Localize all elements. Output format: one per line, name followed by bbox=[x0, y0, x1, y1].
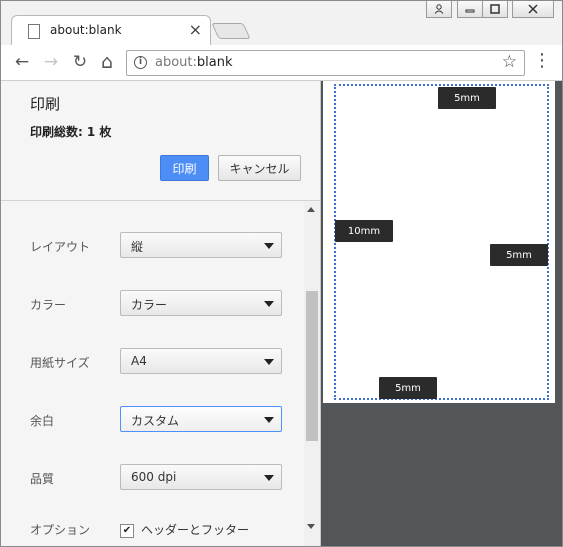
dropdown-arrow-icon bbox=[264, 417, 274, 423]
menu-icon[interactable]: ⋮ bbox=[533, 52, 551, 70]
forward-arrow-icon: → bbox=[43, 52, 59, 72]
layout-select[interactable]: 縦 bbox=[120, 232, 282, 258]
dropdown-arrow-icon bbox=[264, 359, 274, 365]
print-settings: レイアウト 縦 カラー カラー 用紙サイズ A4 余白 カスタム 品質 600 … bbox=[1, 201, 304, 546]
browser-toolbar: ← → ↻ ⌂ i about:blank ☆ ⋮ bbox=[1, 45, 562, 81]
bookmark-star-icon[interactable]: ☆ bbox=[502, 52, 517, 72]
preview-page: 5mm 10mm 5mm 5mm bbox=[323, 81, 555, 403]
reload-icon: ↻ bbox=[72, 52, 88, 72]
info-icon[interactable]: i bbox=[134, 56, 147, 69]
margins-select[interactable]: カスタム bbox=[120, 406, 282, 432]
quality-value: 600 dpi bbox=[131, 470, 177, 484]
dropdown-arrow-icon bbox=[264, 243, 274, 249]
margin-bottom-handle[interactable]: 5mm bbox=[379, 377, 437, 399]
color-value: カラー bbox=[131, 298, 168, 312]
window-controls bbox=[426, 1, 554, 21]
quality-select[interactable]: 600 dpi bbox=[120, 464, 282, 490]
settings-scrollbar[interactable] bbox=[304, 201, 320, 546]
back-arrow-icon: ← bbox=[14, 52, 30, 72]
new-tab-button[interactable] bbox=[211, 23, 251, 39]
paper-size-label: 用紙サイズ bbox=[30, 356, 90, 370]
minimize-button[interactable] bbox=[457, 1, 483, 18]
url-host: blank bbox=[196, 55, 233, 70]
print-total-label: 印刷総数: bbox=[30, 125, 83, 139]
margin-top-handle[interactable]: 5mm bbox=[438, 87, 496, 109]
tab-about-blank[interactable]: about:blank × bbox=[11, 15, 211, 46]
print-total-value: 1 枚 bbox=[86, 125, 112, 139]
close-window-button[interactable] bbox=[512, 1, 554, 18]
margin-right-handle[interactable]: 5mm bbox=[490, 244, 548, 266]
paper-size-select[interactable]: A4 bbox=[120, 348, 282, 374]
user-icon[interactable] bbox=[426, 1, 452, 18]
print-preview: 5mm 10mm 5mm 5mm bbox=[321, 81, 562, 546]
maximize-button[interactable] bbox=[482, 1, 508, 18]
scroll-down-arrow-icon[interactable] bbox=[307, 524, 315, 529]
home-icon: ⌂ bbox=[100, 51, 114, 73]
header-footer-label: ヘッダーとフッター bbox=[141, 523, 250, 537]
print-title: 印刷 bbox=[30, 95, 61, 113]
print-button[interactable]: 印刷 bbox=[160, 155, 209, 181]
tab-close-icon[interactable]: × bbox=[189, 20, 202, 39]
color-select[interactable]: カラー bbox=[120, 290, 282, 316]
print-total: 印刷総数: 1 枚 bbox=[30, 123, 111, 140]
scroll-up-arrow-icon[interactable] bbox=[307, 207, 315, 212]
options-label: オプション bbox=[30, 523, 91, 537]
margins-label: 余白 bbox=[30, 414, 55, 428]
header-footer-checkbox[interactable]: ✔ bbox=[120, 524, 134, 538]
tab-strip: about:blank × bbox=[1, 1, 562, 46]
back-button[interactable]: ← bbox=[11, 51, 33, 73]
browser-window: about:blank × ← → ↻ ⌂ i about:blank ☆ ⋮ … bbox=[0, 0, 563, 547]
address-bar[interactable]: i about:blank ☆ bbox=[126, 50, 525, 76]
print-panel: 印刷 印刷総数: 1 枚 印刷 キャンセル レイアウト 縦 カラー カラー 用紙サ… bbox=[1, 81, 321, 546]
tab-title: about:blank bbox=[50, 23, 122, 37]
paper-size-value: A4 bbox=[131, 354, 147, 368]
url-text[interactable]: about:blank bbox=[155, 55, 233, 70]
forward-button[interactable]: → bbox=[40, 51, 62, 73]
dropdown-arrow-icon bbox=[264, 475, 274, 481]
dropdown-arrow-icon bbox=[264, 301, 274, 307]
color-label: カラー bbox=[30, 298, 67, 312]
scroll-thumb[interactable] bbox=[306, 291, 318, 441]
url-scheme: about: bbox=[155, 55, 197, 70]
margin-left-handle[interactable]: 10mm bbox=[335, 220, 393, 242]
layout-label: レイアウト bbox=[30, 240, 91, 254]
cancel-button[interactable]: キャンセル bbox=[218, 155, 301, 181]
quality-label: 品質 bbox=[30, 472, 55, 486]
layout-value: 縦 bbox=[131, 240, 144, 254]
reload-button[interactable]: ↻ bbox=[69, 51, 91, 73]
margin-guides[interactable] bbox=[334, 84, 549, 400]
home-button[interactable]: ⌂ bbox=[96, 51, 118, 73]
margins-value: カスタム bbox=[131, 414, 180, 428]
page-icon bbox=[28, 24, 40, 39]
